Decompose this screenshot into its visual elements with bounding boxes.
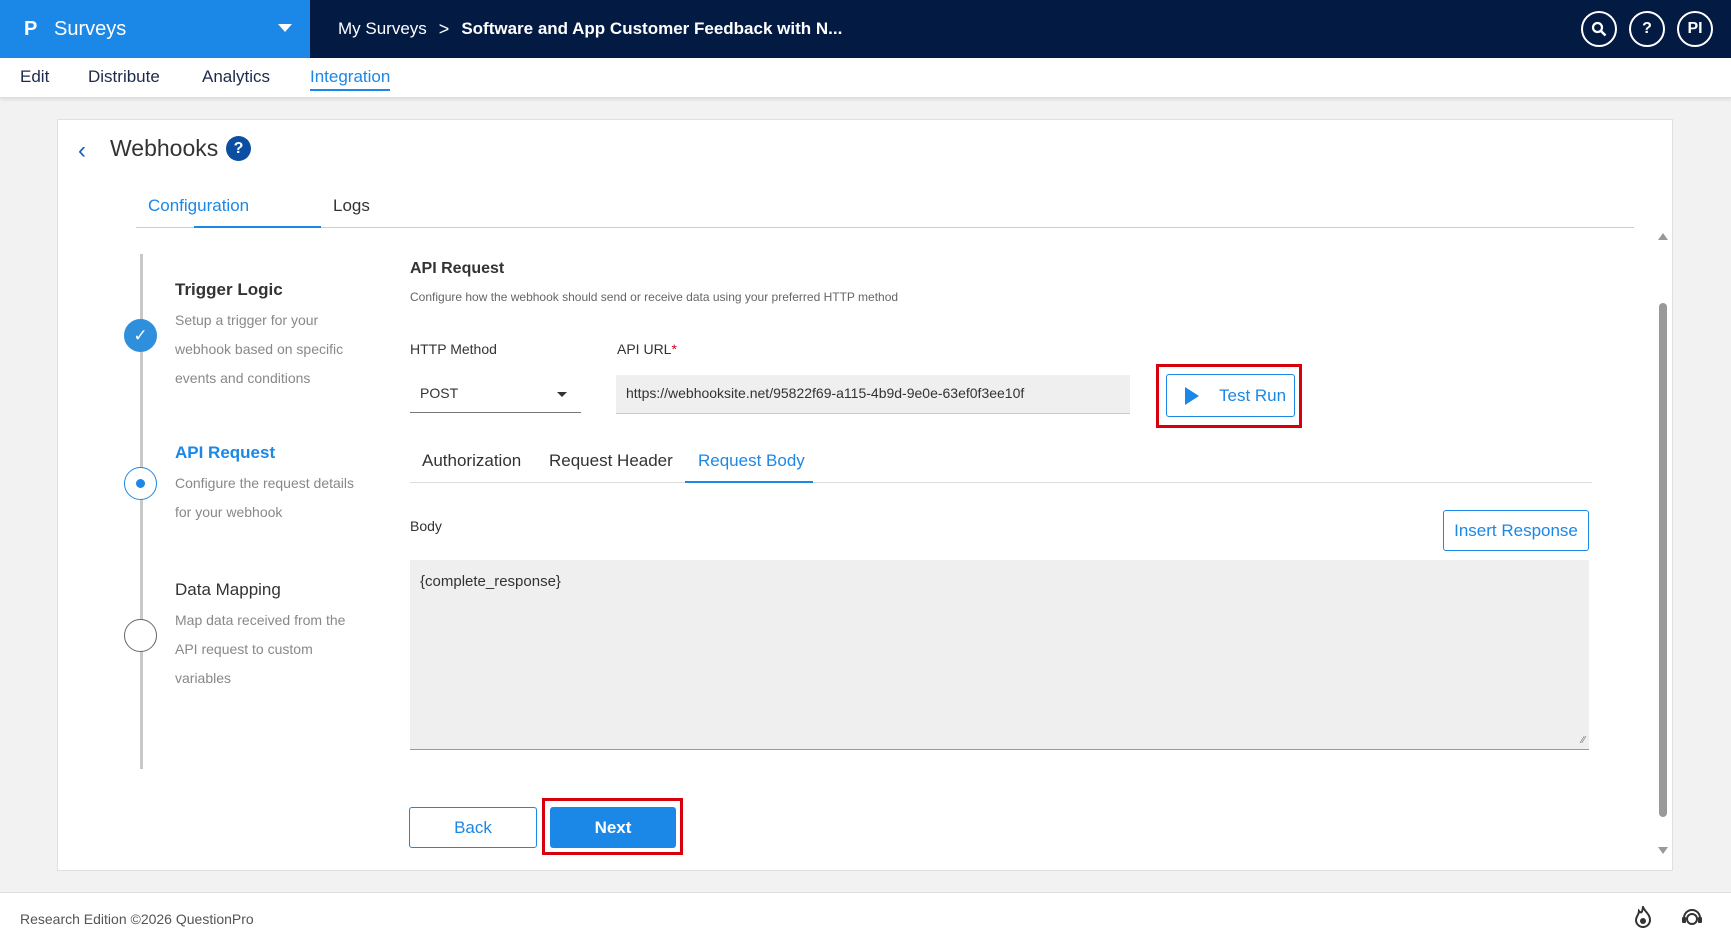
tab-logs[interactable]: Logs	[333, 196, 370, 216]
next-highlight: Next	[542, 798, 683, 855]
step-trigger-logic-desc: Setup a trigger for your webhook based o…	[175, 312, 344, 386]
tab-request-body[interactable]: Request Body	[698, 451, 805, 471]
step-api-request-desc: Configure the request details for your w…	[175, 475, 354, 520]
chevron-down-icon	[278, 24, 292, 32]
step-active-indicator	[124, 467, 157, 500]
body-label: Body	[410, 518, 442, 534]
back-button[interactable]: Back	[409, 807, 537, 848]
flame-icon[interactable]	[1631, 903, 1655, 930]
scrollbar-thumb[interactable]	[1659, 303, 1667, 817]
http-method-value: POST	[420, 385, 459, 401]
step-trigger-logic-title[interactable]: Trigger Logic	[175, 280, 283, 300]
active-tab-indicator	[194, 226, 321, 228]
help-button[interactable]: ?	[1629, 11, 1665, 47]
http-method-select[interactable]: POST	[410, 375, 581, 413]
test-run-highlight: Test Run	[1156, 364, 1302, 428]
search-icon	[1591, 21, 1607, 37]
request-body-textarea[interactable]: {complete_response} ∕∕	[410, 560, 1589, 750]
questionpro-logo-icon: P	[24, 17, 38, 40]
test-run-button[interactable]: Test Run	[1166, 374, 1295, 417]
step-data-mapping-desc: Map data received from the API request t…	[175, 612, 346, 686]
webhook-tabs: Configuration Logs	[136, 180, 1634, 228]
api-url-input[interactable]: https://webhooksite.net/95822f69-a115-4b…	[616, 375, 1130, 414]
next-button[interactable]: Next	[550, 807, 676, 848]
http-method-label: HTTP Method	[410, 341, 497, 357]
api-url-label: API URL*	[617, 341, 677, 357]
subnav-analytics[interactable]: Analytics	[202, 67, 270, 87]
support-agent-icon[interactable]	[1680, 906, 1704, 930]
page-title: Webhooks	[110, 135, 219, 161]
breadcrumb-current-survey: Software and App Customer Feedback with …	[461, 19, 843, 38]
request-tabs: Authorization Request Header Request Bod…	[410, 440, 1592, 483]
section-description: Configure how the webhook should send or…	[410, 290, 899, 304]
tab-authorization[interactable]: Authorization	[422, 451, 521, 471]
footer-copyright: Research Edition ©2026 QuestionPro	[20, 911, 254, 927]
breadcrumb: My Surveys > Software and App Customer F…	[338, 0, 842, 58]
top-bar: P Surveys My Surveys > Software and App …	[0, 0, 1731, 58]
help-icon[interactable]: ?	[226, 136, 251, 161]
section-title: API Request	[410, 260, 505, 277]
request-body-value: {complete_response}	[420, 573, 561, 590]
breadcrumb-my-surveys[interactable]: My Surveys	[338, 19, 427, 39]
active-request-tab-indicator	[685, 481, 813, 483]
resize-grip-icon[interactable]: ∕∕	[1582, 735, 1585, 746]
app-switcher[interactable]: P Surveys	[0, 0, 310, 58]
insert-response-button[interactable]: Insert Response	[1443, 510, 1589, 551]
subnav-distribute[interactable]: Distribute	[88, 67, 160, 87]
webhooks-card: ‹ Webhooks ? Configuration Logs ✓ Trigge…	[57, 119, 1673, 871]
tab-configuration[interactable]: Configuration	[148, 196, 249, 216]
back-chevron-icon[interactable]: ‹	[78, 137, 86, 165]
step-api-request-title[interactable]: API Request	[175, 443, 275, 463]
step-data-mapping-title[interactable]: Data Mapping	[175, 580, 281, 600]
step-done-check-icon: ✓	[124, 319, 157, 352]
scroll-down-icon[interactable]	[1658, 847, 1668, 854]
test-run-label: Test Run	[1219, 385, 1287, 405]
app-name: Surveys	[54, 17, 127, 40]
subnav-edit[interactable]: Edit	[20, 67, 49, 87]
profile-avatar[interactable]: PI	[1677, 11, 1713, 47]
tab-request-header[interactable]: Request Header	[549, 451, 673, 471]
scroll-up-icon[interactable]	[1658, 233, 1668, 240]
survey-subnav: Edit Distribute Analytics Integration	[0, 58, 1731, 98]
search-button[interactable]	[1581, 11, 1617, 47]
subnav-integration[interactable]: Integration	[310, 67, 391, 91]
play-icon	[1185, 386, 1199, 405]
dropdown-arrow-icon	[557, 392, 567, 397]
step-pending-indicator	[124, 619, 157, 652]
breadcrumb-separator: >	[438, 18, 450, 39]
footer: Research Edition ©2026 QuestionPro	[0, 892, 1731, 946]
